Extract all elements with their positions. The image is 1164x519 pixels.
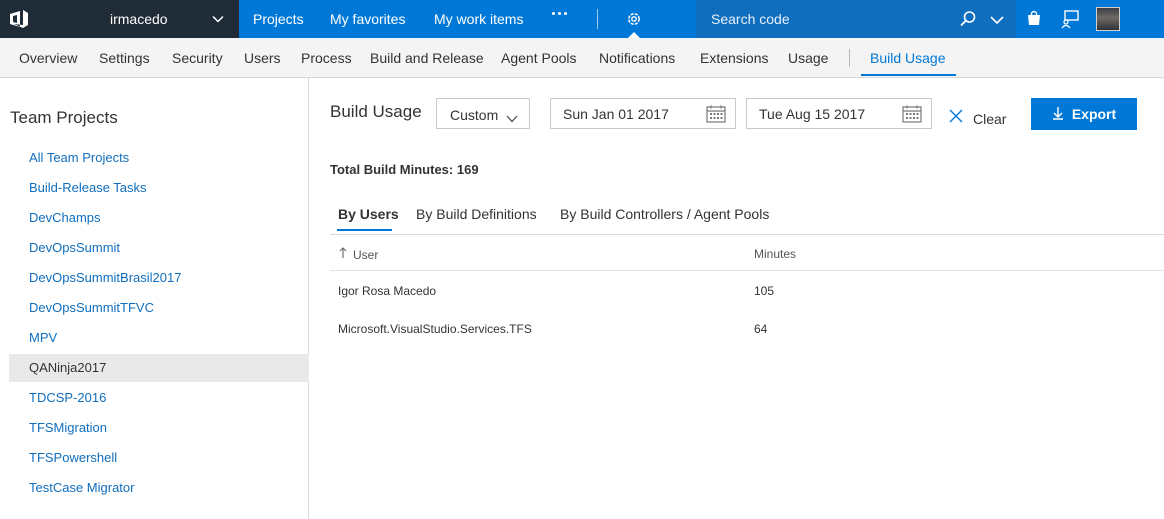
top-divider xyxy=(597,9,598,29)
export-label: Export xyxy=(1071,106,1117,122)
vsts-logo-icon[interactable] xyxy=(0,0,38,38)
column-header-label: Minutes xyxy=(754,247,797,261)
export-button[interactable]: Export xyxy=(1031,98,1137,130)
panel-title: Team Projects xyxy=(10,108,118,127)
cell-minutes: 105 xyxy=(754,284,775,298)
end-date-field xyxy=(746,98,932,129)
date-range-dropdown[interactable]: Custom xyxy=(436,98,530,129)
clear-button[interactable]: Clear xyxy=(948,108,1006,129)
project-item[interactable]: DevOpsSummitTFVC xyxy=(9,294,309,322)
column-header-user[interactable]: User xyxy=(339,247,378,262)
project-item[interactable]: MPV xyxy=(9,324,309,352)
close-icon xyxy=(948,108,964,129)
tab-by-users[interactable]: By Users xyxy=(338,206,399,222)
subtab-extensions[interactable]: Extensions xyxy=(700,50,768,66)
search-icon[interactable] xyxy=(959,10,977,33)
start-date-field xyxy=(550,98,736,129)
project-item[interactable]: Build-Release Tasks xyxy=(9,174,309,202)
clear-label: Clear xyxy=(973,110,1007,127)
download-icon xyxy=(1052,106,1064,123)
top-bar: irmacedo Projects My favorites My work i… xyxy=(0,0,1164,38)
sort-arrow-up-icon xyxy=(339,247,347,262)
column-header-label: User xyxy=(353,247,379,262)
page-title: Build Usage xyxy=(330,102,422,121)
dropdown-value: Custom xyxy=(450,107,499,123)
tab-by-build-controllers[interactable]: By Build Controllers / Agent Pools xyxy=(560,206,769,222)
subtab-notifications[interactable]: Notifications xyxy=(599,50,675,66)
column-header-minutes[interactable]: Minutes xyxy=(754,247,796,261)
project-item[interactable]: DevChamps xyxy=(9,204,309,232)
project-item[interactable]: DevOpsSummitBrasil2017 xyxy=(9,264,309,292)
cell-minutes: 64 xyxy=(754,322,768,336)
subtab-usage[interactable]: Usage xyxy=(788,50,828,66)
grid-top-border xyxy=(330,234,1164,235)
more-icon[interactable] xyxy=(552,12,567,15)
tab-by-build-definitions[interactable]: By Build Definitions xyxy=(416,206,537,222)
subtab-agent-pools[interactable]: Agent Pools xyxy=(501,50,577,66)
cell-user: Microsoft.VisualStudio.Services.TFS xyxy=(338,322,532,336)
chevron-down-icon xyxy=(506,110,518,128)
active-tab-indicator xyxy=(337,229,392,231)
marketplace-bag-icon[interactable] xyxy=(1025,9,1043,32)
start-date-input[interactable] xyxy=(551,99,701,128)
feedback-icon[interactable] xyxy=(1060,9,1080,34)
subtab-users[interactable]: Users xyxy=(244,50,281,66)
project-item[interactable]: All Team Projects xyxy=(9,144,309,172)
project-item[interactable]: TDCSP-2016 xyxy=(9,384,309,412)
search-input[interactable] xyxy=(696,0,951,38)
subtab-build-and-release[interactable]: Build and Release xyxy=(370,50,484,66)
cell-user: Igor Rosa Macedo xyxy=(338,284,437,298)
calendar-icon[interactable] xyxy=(706,105,726,128)
calendar-icon[interactable] xyxy=(902,105,922,128)
account-switcher[interactable]: irmacedo xyxy=(38,0,239,38)
active-subtab-indicator xyxy=(861,74,956,76)
nav-my-favorites[interactable]: My favorites xyxy=(330,0,405,38)
subtab-process[interactable]: Process xyxy=(301,50,352,66)
project-item[interactable]: TFSMigration xyxy=(9,414,309,442)
subtab-overview[interactable]: Overview xyxy=(19,50,77,66)
subtab-build-usage[interactable]: Build Usage xyxy=(870,50,946,66)
nav-projects[interactable]: Projects xyxy=(253,0,304,38)
chevron-down-icon xyxy=(212,12,224,28)
search-options-chevron-icon[interactable] xyxy=(990,13,1004,31)
total-build-minutes: Total Build Minutes: 169 xyxy=(330,162,479,177)
project-item[interactable]: TestCase Migrator xyxy=(9,474,309,502)
end-date-input[interactable] xyxy=(747,99,897,128)
team-projects-panel: Team Projects All Team Projects Build-Re… xyxy=(0,78,309,519)
project-item-selected[interactable]: QANinja2017 xyxy=(9,354,309,382)
grid-header-border xyxy=(330,270,1164,271)
nav-my-work-items[interactable]: My work items xyxy=(434,0,523,38)
gear-icon[interactable] xyxy=(625,10,643,33)
avatar[interactable] xyxy=(1096,7,1120,31)
account-name: irmacedo xyxy=(110,11,168,27)
subnav-divider xyxy=(849,49,850,67)
project-item[interactable]: TFSPowershell xyxy=(9,444,309,472)
subtab-security[interactable]: Security xyxy=(172,50,223,66)
project-item[interactable]: DevOpsSummit xyxy=(9,234,309,262)
subtab-settings[interactable]: Settings xyxy=(99,50,150,66)
